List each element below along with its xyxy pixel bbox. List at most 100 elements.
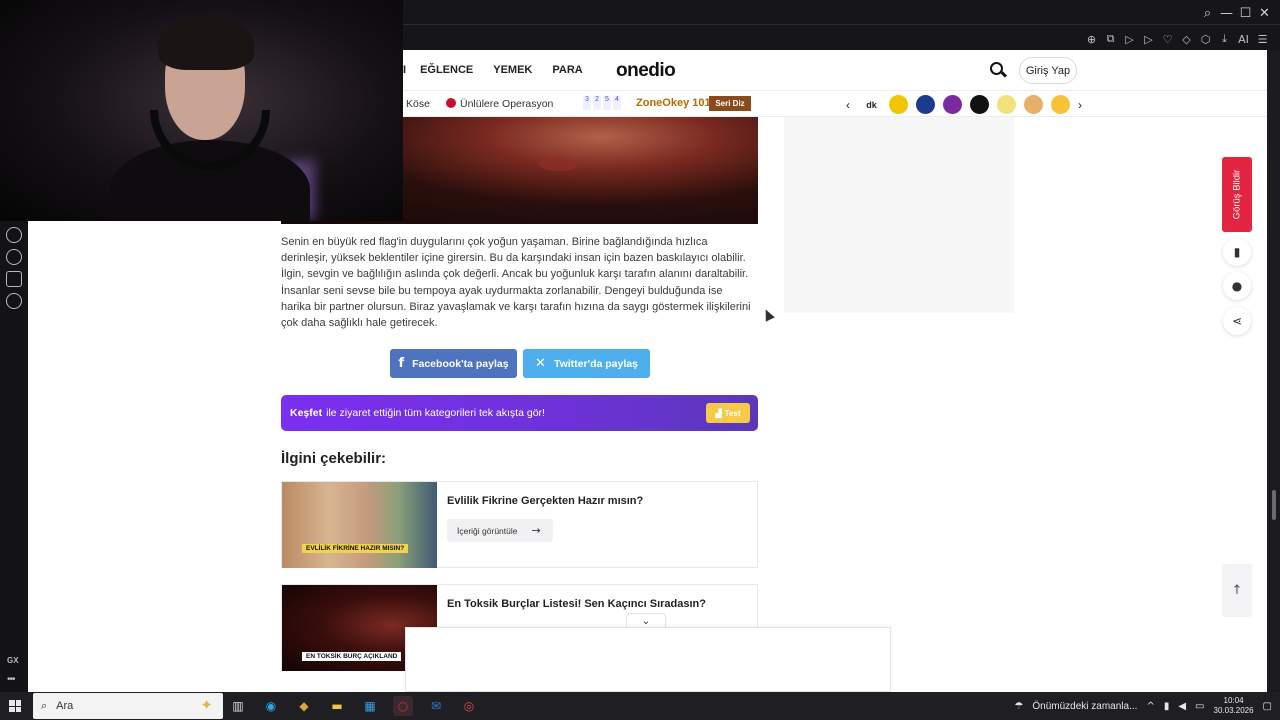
menu-icon[interactable]: ☰ (1253, 31, 1272, 47)
login-button[interactable]: Giriş Yap (1019, 57, 1077, 84)
settings-gear-icon[interactable] (6, 293, 22, 309)
webcam-overlay (0, 0, 403, 221)
notification-icon[interactable]: ▢ (1263, 701, 1272, 712)
taskbar-search[interactable]: ⌕ Ara ✦ (33, 693, 223, 719)
share-twitter-button[interactable]: ✕ Twitter'da paylaş (523, 349, 650, 378)
tray-overflow-icon[interactable]: ^ (1146, 701, 1154, 712)
volume-icon[interactable]: ◀ (1178, 701, 1186, 712)
window-controls: ⌕ — ☐ ✕ (1198, 4, 1274, 22)
sub-item-unlulere-label: Ünlülere Operasyon (460, 98, 554, 110)
comments-icon[interactable]: ● (1223, 272, 1251, 300)
taskbar-search-placeholder: Ara (56, 700, 74, 712)
network-icon[interactable]: ▭ (1195, 701, 1204, 712)
microphone-icon[interactable]: ▮ (1164, 701, 1170, 712)
start-button[interactable] (9, 700, 21, 712)
view-content-label: İçeriği görüntüle (457, 525, 518, 536)
facebook-icon: f (398, 356, 405, 371)
story-icon[interactable] (943, 95, 962, 114)
edge-icon[interactable]: ◉ (261, 696, 281, 716)
nav-item-para[interactable]: PARA (552, 64, 582, 76)
search-tabs-icon[interactable]: ⌕ (1198, 4, 1217, 22)
related-card-title[interactable]: En Toksik Burçlar Listesi! Sen Kaçıncı S… (447, 598, 706, 610)
system-tray: ☂ Önümüzdeki zamanla... ^ ▮ ◀ ▭ 10:04 30… (1014, 692, 1272, 720)
nav-item-cut[interactable]: I (403, 64, 406, 76)
snapshot-icon[interactable]: ⧉ (1101, 31, 1120, 47)
ai-button[interactable]: AI (1234, 31, 1253, 47)
copilot-icon[interactable]: ◆ (294, 696, 314, 716)
share-icon[interactable]: ⋖ (1223, 307, 1251, 335)
related-card-title[interactable]: Evlilik Fikrine Gerçekten Hazır mısın? (447, 495, 643, 507)
share-twitter-label: Twitter'da paylaş (553, 357, 638, 370)
minimize-button[interactable]: — (1217, 4, 1236, 22)
carousel-next-button[interactable]: › (1078, 98, 1086, 112)
red-dot-icon (446, 98, 456, 108)
story-emoji-icon[interactable] (1051, 95, 1070, 114)
view-content-button[interactable]: İçeriği görüntüle → (447, 519, 553, 542)
extensions-sidebar-icon[interactable] (6, 271, 22, 287)
feedback-button[interactable]: Görüş Bildir (1222, 157, 1252, 232)
share-facebook-label: Facebook'ta paylaş (412, 357, 509, 370)
scroll-to-top-button[interactable]: ↑ (1222, 564, 1252, 617)
kesfet-test-badge[interactable]: ▟ Test (706, 403, 750, 423)
taskbar-apps: ▥ ◉ ◆ ▬ ▦ ○ ✉ ◎ (228, 696, 479, 716)
story-icon[interactable] (1024, 95, 1043, 114)
player-icon[interactable]: ▷ (1120, 31, 1139, 47)
kesfet-bold: Keşfet (290, 407, 323, 419)
collapse-ad-button[interactable]: ⌄ (626, 613, 666, 628)
wallet-icon[interactable]: ⬡ (1196, 31, 1215, 47)
browser-sidebar: GX ••• (0, 221, 28, 692)
weather-icon[interactable]: ☂ (1014, 701, 1023, 712)
gx-label[interactable]: GX (7, 656, 19, 665)
webcam-person-hair (158, 18, 254, 70)
related-card[interactable]: EVLİLİK FİKRİNE HAZIR MISIN? Evlilik Fik… (281, 481, 758, 568)
store-icon[interactable]: ▦ (360, 696, 380, 716)
scrollbar-thumb[interactable] (1272, 490, 1276, 520)
game-number-tiles[interactable]: 3 2 5 4 (583, 96, 621, 110)
opera-gx-icon[interactable]: ○ (393, 696, 413, 716)
extension-toolbar: ⊕ ⧉ ▷ ▷ ♡ ◇ ⬡ ⤓ AI ☰ (1082, 31, 1272, 47)
bookmark-icon[interactable]: ▮ (1223, 238, 1251, 266)
story-icon[interactable] (916, 95, 935, 114)
carousel-prev-button[interactable]: ‹ (846, 98, 854, 112)
weather-text[interactable]: Önümüzdeki zamanla... (1032, 701, 1137, 712)
story-icon[interactable] (970, 95, 989, 114)
maximize-button[interactable]: ☐ (1236, 4, 1255, 22)
search-icon: ⌕ (41, 699, 48, 712)
history-icon[interactable] (6, 249, 22, 265)
file-explorer-icon[interactable]: ▬ (327, 696, 347, 716)
related-card-thumbnail[interactable]: EVLİLİK FİKRİNE HAZIR MISIN? (282, 482, 437, 568)
clock[interactable]: 10:04 30.03.2026 (1214, 696, 1254, 716)
kesfet-banner[interactable]: Keşfet ile ziyaret ettiğin tüm kategoril… (281, 395, 758, 431)
share-facebook-button[interactable]: f Facebook'ta paylaş (390, 349, 517, 378)
hero-detail (539, 157, 579, 171)
close-button[interactable]: ✕ (1255, 4, 1274, 22)
nav-item-yemek[interactable]: YEMEK (493, 64, 532, 76)
story-dk-icon[interactable]: dk (862, 95, 881, 114)
clock-date: 30.03.2026 (1213, 706, 1254, 715)
nav-item-eglence[interactable]: EĞLENCE (420, 64, 473, 76)
sub-item-unlulere[interactable]: Ünlülere Operasyon (446, 98, 553, 110)
search-icon[interactable] (990, 62, 1003, 75)
page-scrollbar[interactable] (1268, 50, 1280, 692)
pin-icon[interactable]: ⊕ (1082, 31, 1101, 47)
send-icon[interactable]: ▷ (1139, 31, 1158, 47)
story-icon[interactable] (889, 95, 908, 114)
seri-diz-link[interactable]: Seri Diz (709, 96, 751, 111)
more-icon[interactable]: ••• (7, 674, 15, 685)
sub-item-kose[interactable]: Köse (406, 98, 430, 110)
thumbnail-caption: EN TOKSİK BURÇ AÇIKLAND (302, 652, 402, 661)
site-logo[interactable]: onedio (616, 60, 676, 82)
site-header: I EĞLENCE YEMEK PARA onedio Giriş Yap (403, 50, 1267, 91)
app-icon[interactable]: ◎ (459, 696, 479, 716)
zoneokey-link[interactable]: ZoneOkey 101 (636, 97, 711, 109)
mail-icon[interactable]: ✉ (426, 696, 446, 716)
extensions-icon[interactable]: ◇ (1177, 31, 1196, 47)
player-sidebar-icon[interactable] (6, 227, 22, 243)
number-tile: 3 (583, 96, 591, 110)
article-text: Senin en büyük red flag'in duygularını ç… (281, 236, 751, 330)
heart-icon[interactable]: ♡ (1158, 31, 1177, 47)
download-icon[interactable]: ⤓ (1215, 31, 1234, 47)
story-icon[interactable] (997, 95, 1016, 114)
task-view-icon[interactable]: ▥ (228, 696, 248, 716)
kesfet-text: ile ziyaret ettiğin tüm kategorileri tek… (326, 407, 545, 419)
